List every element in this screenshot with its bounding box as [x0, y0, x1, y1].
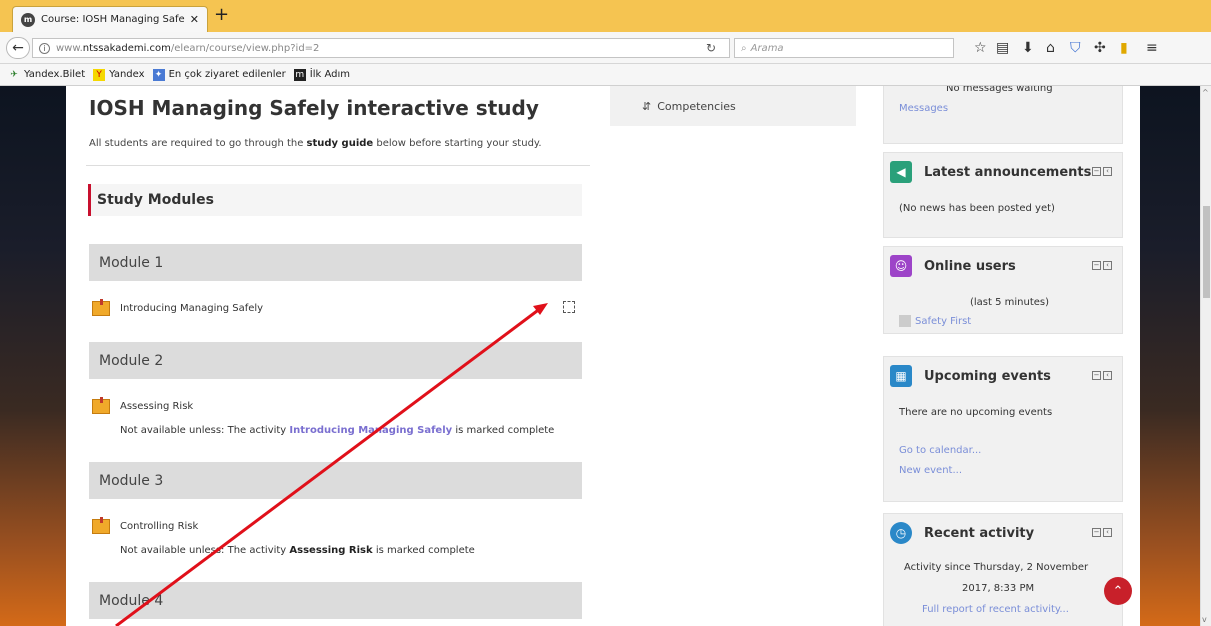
home-icon[interactable]: ⌂	[1046, 40, 1055, 56]
reload-icon[interactable]: ↻	[706, 41, 716, 55]
recent-activity-text-2: 2017, 8:33 PM	[962, 583, 1035, 594]
menu-icon[interactable]: ≡	[1146, 40, 1158, 56]
info-icon[interactable]: i	[39, 42, 50, 54]
module-2-header: Module 2	[89, 342, 582, 379]
activity-controlling-risk[interactable]: Controlling Risk	[92, 517, 198, 534]
module-1-header: Module 1	[89, 244, 582, 281]
scrollbar-thumb[interactable]	[1203, 206, 1210, 298]
go-to-calendar-link[interactable]: Go to calendar...	[899, 445, 981, 456]
online-user-link[interactable]: Safety First	[899, 315, 971, 327]
full-report-link[interactable]: Full report of recent activity...	[922, 604, 1069, 615]
messages-text: No messages waiting	[946, 86, 1053, 94]
block-controls[interactable]: − ‹	[1090, 261, 1112, 270]
avatar	[899, 315, 911, 327]
restriction-link[interactable]: Introducing Managing Safely	[289, 425, 452, 436]
restriction-note: Not available unless: The activity Intro…	[120, 425, 555, 436]
activity-assessing-risk[interactable]: Assessing Risk	[92, 397, 193, 414]
scroll-top-icon[interactable]: ⌃	[1104, 577, 1132, 605]
course-title: IOSH Managing Safely interactive study	[89, 96, 539, 120]
restriction-note: Not available unless: The activity Asses…	[120, 545, 475, 556]
scrollbar[interactable]: ^ v	[1200, 86, 1211, 626]
url-bar[interactable]: i www. ntssakademi.com /elearn/course/vi…	[32, 38, 730, 58]
package-icon	[92, 517, 110, 534]
messages-block: No messages waiting Messages	[883, 86, 1123, 144]
competencies-icon: ⇵	[642, 99, 652, 113]
scroll-down-icon[interactable]: v	[1202, 615, 1207, 624]
bookmark-most-visited[interactable]: ✦ En çok ziyaret edilenler	[152, 68, 286, 81]
bookmark-list-icon[interactable]: ▤	[996, 40, 1009, 56]
nav-competencies[interactable]: ⇵ Competencies	[610, 86, 856, 126]
block-controls[interactable]: − ‹	[1090, 167, 1112, 176]
url-prefix: www.	[56, 42, 83, 54]
moodle-favicon: m	[21, 12, 35, 27]
bookmarks-bar: ✈ Yandex.Bilet Y Yandex ✦ En çok ziyaret ed…	[0, 64, 1211, 86]
back-arrow-icon[interactable]: ←	[6, 37, 30, 59]
block-controls[interactable]: − ‹	[1090, 528, 1112, 537]
tab-title: Course: IOSH Managing Safe	[41, 14, 185, 25]
divider	[86, 165, 590, 166]
calendar-icon: ▦	[890, 365, 912, 387]
search-icon: ⌕	[741, 42, 747, 54]
bookmark-yandex-bilet[interactable]: ✈ Yandex.Bilet	[8, 69, 85, 81]
search-placeholder: Arama	[750, 42, 784, 54]
star-icon[interactable]: ☆	[974, 40, 987, 56]
study-guide-link[interactable]: study guide	[307, 138, 374, 149]
package-icon	[92, 397, 110, 414]
online-users-period: (last 5 minutes)	[970, 297, 1050, 308]
messages-link[interactable]: Messages	[899, 103, 948, 114]
navigation-bar: ← i www. ntssakademi.com /elearn/course/…	[0, 32, 1211, 64]
bookmark-first-step[interactable]: m İlk Adım	[293, 68, 350, 81]
url-domain: ntssakademi.com	[82, 42, 171, 54]
puzzle-icon[interactable]: ✣	[1094, 40, 1106, 56]
download-icon[interactable]: ⬇	[1022, 40, 1034, 56]
shield-icon[interactable]: ⛉	[1070, 40, 1081, 56]
recent-activity-text-1: Activity since Thursday, 2 November	[904, 562, 1089, 573]
completion-checkbox[interactable]	[563, 301, 575, 313]
activity-introducing-managing-safely[interactable]: Introducing Managing Safely	[92, 299, 263, 316]
block-controls[interactable]: − ‹	[1090, 371, 1112, 380]
megaphone-icon: ◀	[890, 161, 912, 183]
browser-tab[interactable]: m Course: IOSH Managing Safe ✕	[12, 6, 208, 32]
course-intro: All students are required to go through …	[89, 138, 542, 149]
scroll-up-icon[interactable]: ^	[1202, 88, 1209, 97]
module-4-header: Module 4	[89, 582, 582, 619]
new-tab-button[interactable]: +	[214, 4, 229, 25]
search-box[interactable]: ⌕ Arama	[734, 38, 954, 58]
close-tab-icon[interactable]: ✕	[190, 13, 199, 26]
upcoming-events-block: ▦ Upcoming events − ‹ There are no upcomin…	[883, 356, 1123, 502]
url-path: /elearn/course/view.php?id=2	[170, 42, 320, 54]
section-title: Study Modules	[88, 184, 582, 216]
course-page: IOSH Managing Safely interactive study A…	[66, 86, 1140, 626]
package-icon	[92, 299, 110, 316]
announcements-text: (No news has been posted yet)	[899, 203, 1055, 214]
clock-icon: ◷	[890, 522, 912, 544]
bookmark-yandex[interactable]: Y Yandex	[93, 68, 145, 81]
announcements-block: ◀ Latest announcements − ‹ (No news has be…	[883, 152, 1123, 238]
events-text: There are no upcoming events	[899, 407, 1053, 418]
users-icon: ☺	[890, 255, 912, 277]
browser-tab-bar: m Course: IOSH Managing Safe ✕ +	[0, 0, 1211, 32]
new-event-link[interactable]: New event...	[899, 465, 962, 476]
recent-activity-block: ◷ Recent activity − ‹ Activity since Thurs…	[883, 513, 1123, 626]
page-viewport: IOSH Managing Safely interactive study A…	[0, 86, 1200, 626]
flag-icon[interactable]: ▮	[1120, 40, 1128, 56]
online-users-block: ☺ Online users − ‹ (last 5 minutes) Safety…	[883, 246, 1123, 334]
module-3-header: Module 3	[89, 462, 582, 499]
